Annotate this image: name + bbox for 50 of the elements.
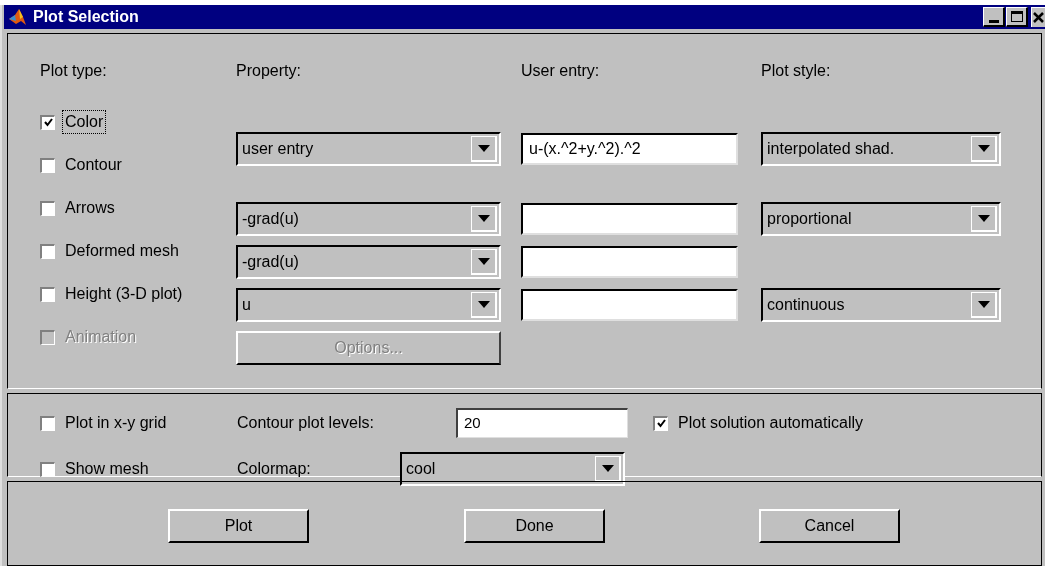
minimize-icon: [988, 20, 999, 23]
checkbox-label: Animation: [64, 327, 138, 347]
checkbox-label: Plot solution automatically: [677, 413, 864, 433]
checkbox-label: Height (3-D plot): [64, 284, 184, 304]
checkbox-label: Color: [63, 111, 106, 133]
dialog-button[interactable]: Plot: [168, 509, 309, 543]
checkbox[interactable]: [40, 157, 55, 173]
user-entry-field[interactable]: [521, 288, 738, 321]
close-icon: [1033, 12, 1044, 23]
user-entry-field[interactable]: u-(x.^2+y.^2).^2: [521, 133, 738, 165]
checkbox[interactable]: [40, 200, 55, 216]
column-header: Property:: [236, 61, 302, 81]
property-dropdown[interactable]: u: [236, 287, 501, 322]
checkbox-label: Contour: [64, 155, 123, 175]
checkbox[interactable]: [40, 286, 55, 302]
maximize-button[interactable]: [1006, 7, 1028, 27]
checkbox-label: Show mesh: [64, 459, 150, 479]
maximize-icon: [1010, 11, 1023, 22]
app-logo-icon: [7, 7, 27, 27]
dialog-button[interactable]: Cancel: [759, 509, 900, 543]
field-label: Contour plot levels:: [237, 413, 375, 433]
contour-levels-field[interactable]: 20: [456, 408, 628, 438]
plot-style-dropdown[interactable]: interpolated shad.: [761, 132, 1001, 166]
checkbox[interactable]: [653, 415, 668, 431]
plot-style-dropdown[interactable]: continuous: [761, 287, 1001, 322]
plot-style-dropdown[interactable]: proportional: [761, 201, 1001, 236]
checkbox[interactable]: [40, 415, 55, 431]
checkbox[interactable]: [40, 243, 55, 259]
minimize-button[interactable]: [983, 7, 1005, 27]
colormap-dropdown[interactable]: cool: [400, 452, 625, 486]
check-mark-icon: [43, 118, 53, 127]
checkbox-label: Deformed mesh: [64, 241, 180, 261]
user-entry-field[interactable]: [521, 245, 738, 278]
property-dropdown[interactable]: user entry: [236, 132, 501, 166]
column-header: Plot type:: [40, 61, 108, 81]
column-header: Plot style:: [761, 61, 831, 81]
options-button: Options...: [236, 330, 501, 365]
checkbox[interactable]: [40, 461, 55, 477]
field-label: Colormap:: [237, 459, 312, 479]
checkbox[interactable]: [40, 114, 55, 130]
checkbox-label: Arrows: [64, 198, 116, 218]
window-title: Plot Selection: [33, 7, 139, 27]
property-dropdown[interactable]: -grad(u): [236, 201, 501, 236]
checkbox-label: Plot in x-y grid: [64, 413, 168, 433]
property-dropdown[interactable]: -grad(u): [236, 244, 501, 279]
user-entry-field[interactable]: [521, 202, 738, 235]
column-header: User entry:: [521, 61, 601, 81]
check-mark-icon: [656, 419, 666, 428]
close-button[interactable]: [1031, 7, 1045, 27]
dialog-button[interactable]: Done: [464, 509, 605, 543]
